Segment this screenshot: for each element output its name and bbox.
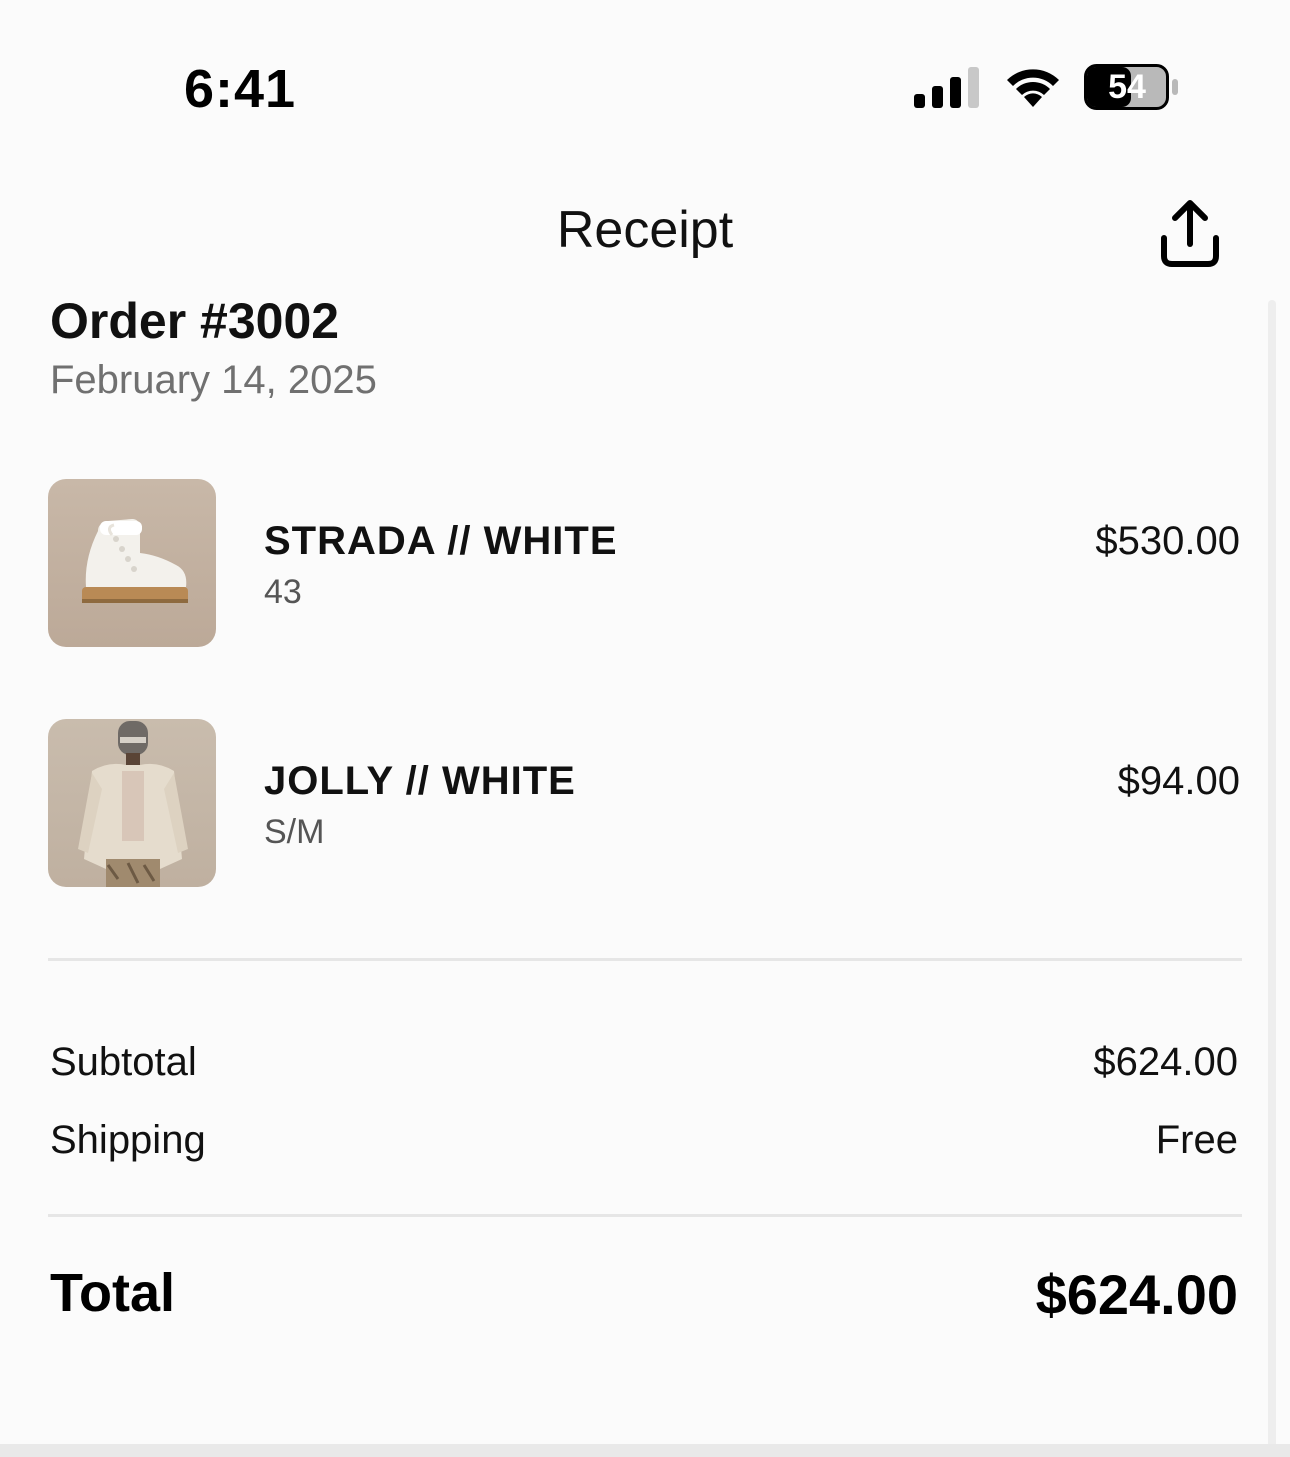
total-label: Total <box>50 1263 175 1323</box>
page-title: Receipt <box>556 201 734 259</box>
item-variant: S/M <box>264 813 325 851</box>
line-item[interactable]: STRADA // WHITE 43 $530.00 <box>48 479 1242 647</box>
signal-icon <box>914 67 979 108</box>
item-variant: 43 <box>264 573 302 611</box>
share-button[interactable] <box>1150 194 1230 274</box>
wifi-icon <box>1007 69 1059 107</box>
divider <box>48 1214 1242 1217</box>
status-bar: 6:41 54 <box>0 0 1290 150</box>
status-time: 6:41 <box>184 59 297 119</box>
item-name: JOLLY // WHITE <box>264 759 576 803</box>
nav-bar: Receipt <box>0 180 1290 280</box>
model-jacket-image <box>48 719 216 887</box>
scrollbar[interactable] <box>1268 300 1276 1450</box>
divider <box>48 958 1242 961</box>
subtotal-value: $624.00 <box>1093 1040 1238 1084</box>
total-value: $624.00 <box>1035 1263 1238 1326</box>
shipping-label: Shipping <box>50 1118 206 1162</box>
bottom-sheet-edge <box>0 1444 1290 1457</box>
share-icon <box>1161 200 1219 267</box>
white-boot-image <box>48 479 216 647</box>
item-price: $530.00 <box>1095 519 1240 563</box>
shipping-value: Free <box>1155 1118 1238 1162</box>
item-name: STRADA // WHITE <box>264 519 618 563</box>
subtotal-label: Subtotal <box>50 1040 197 1084</box>
order-date: February 14, 2025 <box>50 358 377 402</box>
battery-level: 54 <box>1108 68 1146 106</box>
item-price: $94.00 <box>1117 759 1240 803</box>
line-item[interactable]: JOLLY // WHITE S/M $94.00 <box>48 719 1242 887</box>
order-number: Order #3002 <box>50 293 340 349</box>
